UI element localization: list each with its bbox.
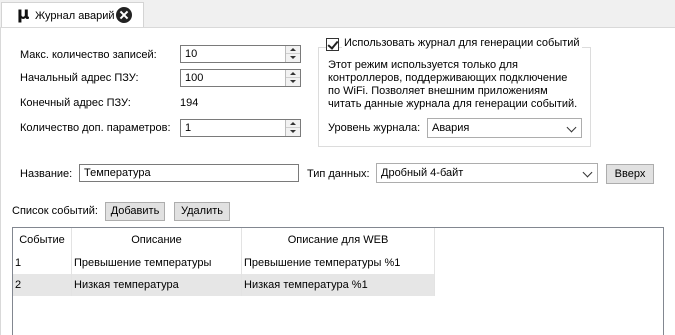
name-input[interactable]: Температура <box>79 164 299 182</box>
data-type-label: Тип данных: <box>307 168 370 180</box>
move-up-button[interactable]: Вверх <box>606 164 654 184</box>
log-level-label: Уровень журнала: <box>328 122 421 134</box>
table-header: Событие Описание Описание для WEB <box>13 228 663 252</box>
max-records-label: Макс. количество записей: <box>20 49 157 61</box>
start-address-spinbox[interactable]: 100 <box>180 69 301 87</box>
max-records-spinbox[interactable]: 10 <box>180 45 301 63</box>
tab-alarm-log[interactable]: μ Журнал аварий <box>1 2 144 28</box>
log-level-value: Авария <box>432 122 470 134</box>
end-address-value: 194 <box>180 97 199 109</box>
spin-down-icon[interactable] <box>286 54 300 62</box>
description-cell[interactable]: Низкая температура <box>72 274 242 296</box>
name-value: Температура <box>84 167 151 179</box>
data-type-select[interactable]: Дробный 4-байт <box>376 163 598 183</box>
web-description-cell[interactable]: Превышение температуры %1 <box>242 252 435 274</box>
use-for-events-checkbox[interactable] <box>326 38 339 51</box>
extra-params-value: 1 <box>185 122 192 134</box>
events-list-label: Список событий: <box>12 205 98 217</box>
spin-up-icon[interactable] <box>286 70 300 78</box>
use-for-events-label[interactable]: Использовать журнал для генерации событи… <box>342 37 582 49</box>
chevron-down-icon <box>582 167 593 178</box>
data-type-value: Дробный 4-байт <box>381 167 464 179</box>
event-generation-description: Этот режим используется только для контр… <box>328 59 578 110</box>
tab-bar: μ Журнал аварий <box>0 0 675 28</box>
event-id-cell[interactable]: 1 <box>13 252 72 274</box>
end-address-label: Конечный адрес ПЗУ: <box>20 97 131 109</box>
table-row[interactable]: 2 Низкая температура Низкая температура … <box>13 274 435 296</box>
spin-up-icon[interactable] <box>286 46 300 54</box>
column-header-web-description[interactable]: Описание для WEB <box>242 228 435 252</box>
add-event-button[interactable]: Добавить <box>105 202 165 221</box>
app-logo-icon: μ <box>17 4 30 24</box>
start-address-label: Начальный адрес ПЗУ: <box>20 72 139 84</box>
web-description-cell[interactable]: Низкая температура %1 <box>242 274 435 296</box>
events-table[interactable]: Событие Описание Описание для WEB 1 Прев… <box>12 227 664 335</box>
max-records-stepper[interactable] <box>285 46 300 62</box>
extra-params-spinbox[interactable]: 1 <box>180 119 301 137</box>
description-cell[interactable]: Превышение температуры <box>72 252 242 274</box>
delete-event-button[interactable]: Удалить <box>174 202 230 221</box>
spin-down-icon[interactable] <box>286 78 300 86</box>
column-header-event[interactable]: Событие <box>13 228 72 252</box>
extra-params-label: Количество доп. параметров: <box>20 122 171 134</box>
log-level-select[interactable]: Авария <box>427 118 582 138</box>
max-records-value: 10 <box>185 48 198 60</box>
event-id-cell[interactable]: 2 <box>13 274 72 296</box>
chevron-down-icon <box>566 122 577 133</box>
table-row[interactable]: 1 Превышение температуры Превышение темп… <box>13 252 435 274</box>
tab-title: Журнал аварий <box>35 10 115 22</box>
extra-params-stepper[interactable] <box>285 120 300 136</box>
column-header-description[interactable]: Описание <box>72 228 242 252</box>
start-address-value: 100 <box>185 72 204 84</box>
spin-down-icon[interactable] <box>286 128 300 136</box>
close-icon[interactable] <box>116 7 132 23</box>
start-address-stepper[interactable] <box>285 70 300 86</box>
name-label: Название: <box>20 168 73 180</box>
spin-up-icon[interactable] <box>286 120 300 128</box>
